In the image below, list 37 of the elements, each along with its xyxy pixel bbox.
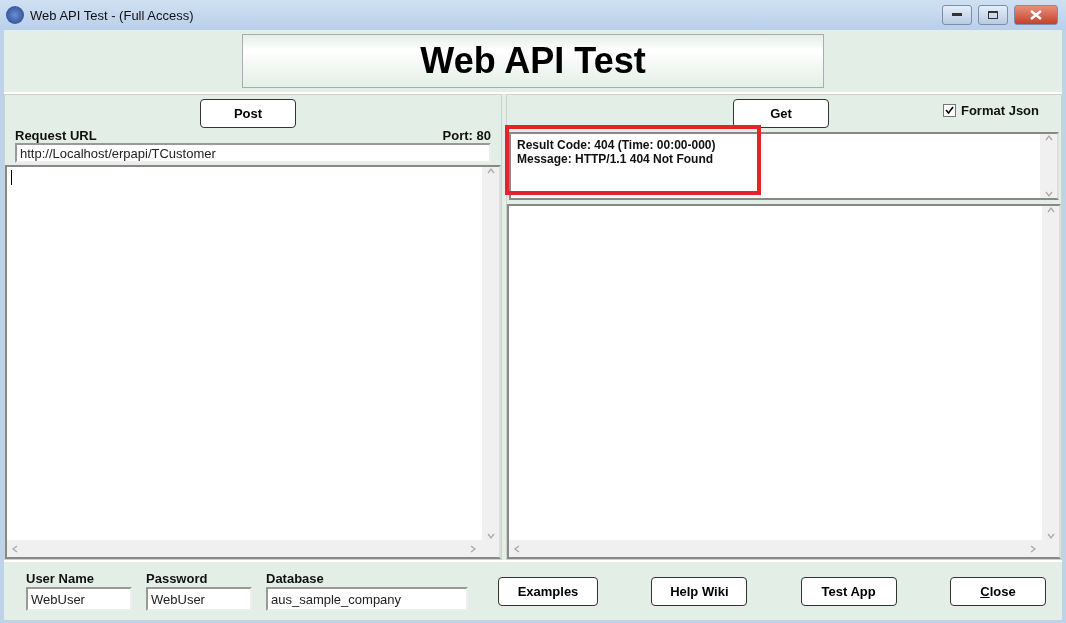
horizontal-scrollbar[interactable] bbox=[509, 540, 1059, 557]
action-button[interactable]: Help Wiki bbox=[651, 576, 748, 606]
vertical-scrollbar[interactable] bbox=[482, 167, 499, 540]
request-url-label: Request URL bbox=[15, 128, 97, 143]
minimize-icon bbox=[952, 13, 962, 17]
credential-label: Password bbox=[146, 571, 209, 586]
credential-field[interactable]: WebUser bbox=[26, 587, 132, 611]
credential-label: Database bbox=[266, 571, 325, 586]
maximize-button[interactable] bbox=[978, 5, 1008, 25]
maximize-icon bbox=[988, 11, 998, 19]
result-line: Message: HTTP/1.1 404 Not Found bbox=[517, 152, 715, 166]
request-body-editor[interactable] bbox=[5, 165, 501, 559]
action-button[interactable]: Close bbox=[950, 576, 1046, 606]
text-cursor bbox=[11, 170, 12, 185]
format-json-label: Format Json bbox=[961, 103, 1039, 118]
credential-field[interactable]: WebUser bbox=[146, 587, 252, 611]
get-button[interactable]: Get bbox=[733, 99, 829, 128]
credential-label: User Name bbox=[26, 571, 95, 586]
close-button[interactable] bbox=[1014, 5, 1058, 25]
action-button[interactable]: Test App bbox=[800, 576, 897, 606]
checkmark-icon bbox=[945, 106, 954, 115]
close-icon bbox=[1030, 10, 1042, 20]
credential-field[interactable]: aus_sample_company bbox=[266, 587, 468, 611]
port-label: Port: 80 bbox=[442, 128, 491, 143]
horizontal-scrollbar[interactable] bbox=[7, 540, 499, 557]
action-button[interactable]: Examples bbox=[498, 576, 598, 606]
post-button[interactable]: Post bbox=[200, 99, 296, 128]
app-icon bbox=[6, 6, 24, 24]
minimize-button[interactable] bbox=[942, 5, 972, 25]
vertical-scrollbar[interactable] bbox=[1042, 206, 1059, 540]
result-line: Result Code: 404 (Time: 00:00-000) bbox=[517, 138, 717, 152]
request-url-field[interactable]: http://Localhost/erpapi/TCustomer bbox=[15, 143, 491, 163]
response-body-viewer[interactable] bbox=[507, 204, 1061, 559]
vertical-scrollbar[interactable] bbox=[1040, 134, 1057, 198]
format-json-checkbox[interactable] bbox=[943, 104, 956, 117]
window-title: Web API Test - (Full Access) bbox=[30, 7, 195, 23]
app-heading: Web API Test bbox=[242, 34, 824, 88]
